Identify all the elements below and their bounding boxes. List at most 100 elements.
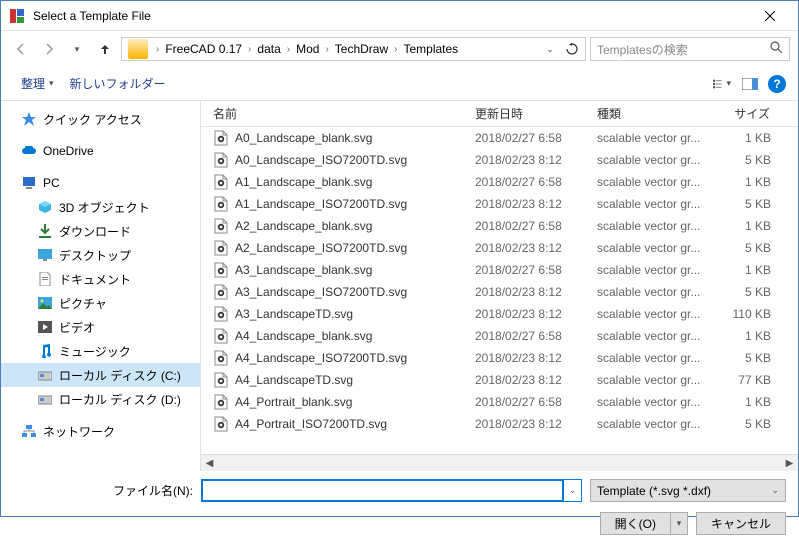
file-row[interactable]: A1_Landscape_blank.svg2018/02/27 6:58sca… xyxy=(213,171,798,193)
column-headers: 名前 更新日時 種類 サイズ xyxy=(201,101,798,127)
file-row[interactable]: A2_Landscape_blank.svg2018/02/27 6:58sca… xyxy=(213,215,798,237)
file-date: 2018/02/23 8:12 xyxy=(475,351,597,365)
organize-menu[interactable]: 整理 ▾ xyxy=(13,71,62,96)
file-name: A0_Landscape_blank.svg xyxy=(235,131,372,145)
view-mode-button[interactable]: ▾ xyxy=(712,74,732,94)
chevron-right-icon[interactable]: › xyxy=(390,44,401,55)
sidebar-quick-access[interactable]: クイック アクセス xyxy=(1,107,200,131)
sidebar-3d-objects[interactable]: 3D オブジェクト xyxy=(1,195,200,219)
filetype-select[interactable]: Template (*.svg *.dxf) ⌄ xyxy=(590,479,786,502)
file-list[interactable]: A0_Landscape_blank.svg2018/02/27 6:58sca… xyxy=(201,127,798,454)
sidebar-desktop[interactable]: デスクトップ xyxy=(1,243,200,267)
nav-back-button[interactable] xyxy=(9,37,33,61)
file-name: A1_Landscape_blank.svg xyxy=(235,175,372,189)
address-dropdown[interactable]: ⌄ xyxy=(539,38,561,60)
sidebar-onedrive[interactable]: OneDrive xyxy=(1,139,200,163)
file-row[interactable]: A3_LandscapeTD.svg2018/02/23 8:12scalabl… xyxy=(213,303,798,325)
svg-file-icon xyxy=(213,196,229,212)
onedrive-icon xyxy=(21,143,37,159)
sidebar-disk-d[interactable]: ローカル ディスク (D:) xyxy=(1,387,200,411)
file-row[interactable]: A0_Landscape_ISO7200TD.svg2018/02/23 8:1… xyxy=(213,149,798,171)
open-dropdown[interactable]: ▾ xyxy=(671,513,687,534)
svg-file-icon xyxy=(213,328,229,344)
disk-icon xyxy=(37,391,53,407)
address-bar[interactable]: › FreeCAD 0.17 › data › Mod › TechDraw ›… xyxy=(121,37,586,61)
file-row[interactable]: A3_Landscape_blank.svg2018/02/27 6:58sca… xyxy=(213,259,798,281)
filename-dropdown[interactable]: ⌄ xyxy=(564,479,582,502)
file-date: 2018/02/23 8:12 xyxy=(475,285,597,299)
svg-file-icon xyxy=(213,306,229,322)
file-row[interactable]: A4_Portrait_ISO7200TD.svg2018/02/23 8:12… xyxy=(213,413,798,435)
sidebar-disk-c[interactable]: ローカル ディスク (C:) xyxy=(1,363,200,387)
file-row[interactable]: A2_Landscape_ISO7200TD.svg2018/02/23 8:1… xyxy=(213,237,798,259)
open-button[interactable]: 開く(O) ▾ xyxy=(600,512,688,535)
sidebar-pc[interactable]: PC xyxy=(1,171,200,195)
file-type: scalable vector gr... xyxy=(597,131,709,145)
sidebar-pictures[interactable]: ピクチャ xyxy=(1,291,200,315)
file-size: 110 KB xyxy=(709,307,781,321)
nav-up-button[interactable] xyxy=(93,37,117,61)
chevron-right-icon[interactable]: › xyxy=(152,44,163,55)
file-type: scalable vector gr... xyxy=(597,197,709,211)
breadcrumb-segment[interactable]: Mod xyxy=(294,38,321,60)
cancel-button[interactable]: キャンセル xyxy=(696,512,786,535)
column-header-name[interactable]: 名前 xyxy=(213,101,475,126)
quick-access-icon xyxy=(21,111,37,127)
file-row[interactable]: A3_Landscape_ISO7200TD.svg2018/02/23 8:1… xyxy=(213,281,798,303)
nav-recent-dropdown[interactable]: ▾ xyxy=(65,37,89,61)
breadcrumb-segment[interactable]: TechDraw xyxy=(333,38,390,60)
file-row[interactable]: A4_LandscapeTD.svg2018/02/23 8:12scalabl… xyxy=(213,369,798,391)
documents-icon xyxy=(37,271,53,287)
column-header-type[interactable]: 種類 xyxy=(597,101,709,126)
file-row[interactable]: A4_Landscape_blank.svg2018/02/27 6:58sca… xyxy=(213,325,798,347)
svg-file-icon xyxy=(213,130,229,146)
file-name: A2_Landscape_ISO7200TD.svg xyxy=(235,241,407,255)
file-date: 2018/02/27 6:58 xyxy=(475,175,597,189)
search-input[interactable]: Templatesの検索 xyxy=(590,37,790,61)
sidebar-network[interactable]: ネットワーク xyxy=(1,419,200,443)
close-button[interactable] xyxy=(750,2,790,30)
file-row[interactable]: A4_Portrait_blank.svg2018/02/27 6:58scal… xyxy=(213,391,798,413)
file-size: 1 KB xyxy=(709,175,781,189)
chevron-right-icon[interactable]: › xyxy=(283,44,294,55)
file-size: 5 KB xyxy=(709,241,781,255)
file-name: A4_LandscapeTD.svg xyxy=(235,373,353,387)
folder-icon xyxy=(128,39,148,59)
column-header-size[interactable]: サイズ xyxy=(709,101,781,126)
scroll-right-button[interactable]: ▶ xyxy=(781,455,798,472)
help-button[interactable]: ? xyxy=(768,75,786,93)
breadcrumb-segment[interactable]: FreeCAD 0.17 xyxy=(163,38,244,60)
sidebar-videos[interactable]: ビデオ xyxy=(1,315,200,339)
file-date: 2018/02/27 6:58 xyxy=(475,329,597,343)
column-header-date[interactable]: 更新日時 xyxy=(475,101,597,126)
new-folder-button[interactable]: 新しいフォルダー xyxy=(62,71,174,96)
breadcrumb-segment[interactable]: Templates xyxy=(401,38,460,60)
file-size: 1 KB xyxy=(709,219,781,233)
file-row[interactable]: A4_Landscape_ISO7200TD.svg 2018/02/23 8:1… xyxy=(213,347,798,369)
refresh-button[interactable] xyxy=(561,38,583,60)
file-name: A0_Landscape_ISO7200TD.svg xyxy=(235,153,407,167)
file-row[interactable]: A0_Landscape_blank.svg2018/02/27 6:58sca… xyxy=(213,127,798,149)
file-name: A4_Portrait_ISO7200TD.svg xyxy=(235,417,387,431)
file-name: A4_Landscape_ISO7200TD.svg xyxy=(235,351,407,365)
chevron-right-icon[interactable]: › xyxy=(244,44,255,55)
scroll-left-button[interactable]: ◀ xyxy=(201,455,218,472)
file-row[interactable]: A1_Landscape_ISO7200TD.svg2018/02/23 8:1… xyxy=(213,193,798,215)
file-type: scalable vector gr... xyxy=(597,351,709,365)
music-icon xyxy=(37,343,53,359)
chevron-right-icon[interactable]: › xyxy=(321,44,332,55)
breadcrumb-segment[interactable]: data xyxy=(255,38,282,60)
preview-pane-button[interactable] xyxy=(740,74,760,94)
filename-input[interactable] xyxy=(201,479,564,502)
svg-file-icon xyxy=(213,152,229,168)
file-date: 2018/02/27 6:58 xyxy=(475,395,597,409)
nav-forward-button[interactable] xyxy=(37,37,61,61)
sidebar-documents[interactable]: ドキュメント xyxy=(1,267,200,291)
sidebar-downloads[interactable]: ダウンロード xyxy=(1,219,200,243)
file-name: A2_Landscape_blank.svg xyxy=(235,219,372,233)
file-size: 1 KB xyxy=(709,329,781,343)
file-size: 1 KB xyxy=(709,263,781,277)
disk-icon xyxy=(37,367,53,383)
sidebar-music[interactable]: ミュージック xyxy=(1,339,200,363)
horizontal-scrollbar[interactable]: ◀ ▶ xyxy=(201,454,798,471)
